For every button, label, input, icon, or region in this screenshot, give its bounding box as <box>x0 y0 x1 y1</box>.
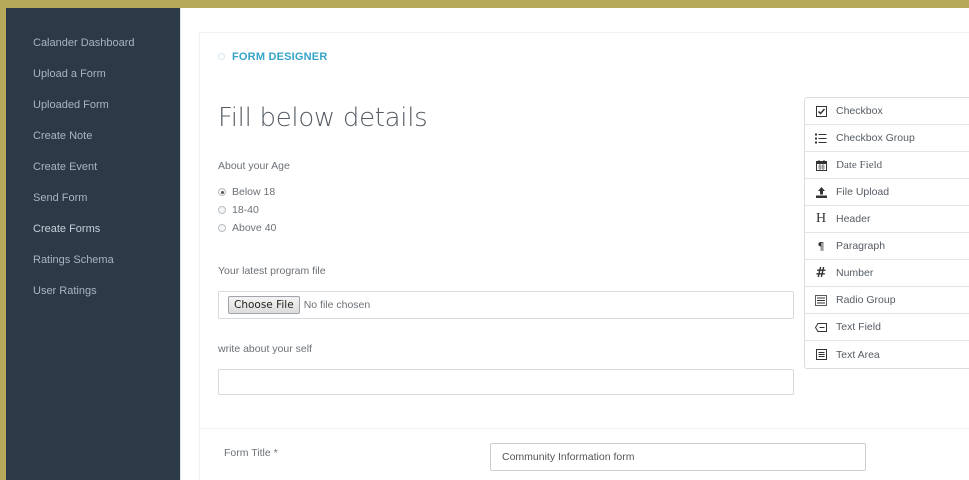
tool-label: Header <box>836 213 871 225</box>
about-self-label: write about your self <box>218 343 312 355</box>
text-field-icon <box>815 321 827 333</box>
main-content: FORM DESIGNER Fill below details About y… <box>180 8 969 480</box>
tool-text-field[interactable]: Text Field <box>805 314 969 341</box>
radio-icon[interactable] <box>218 224 226 232</box>
number-icon: # <box>815 265 827 281</box>
form-designer-panel: FORM DESIGNER Fill below details About y… <box>199 32 969 480</box>
tool-label: Checkbox Group <box>836 132 915 144</box>
age-option-18-40[interactable]: 18-40 <box>218 204 259 216</box>
tool-date-field[interactable]: Date Field <box>805 152 969 179</box>
sidebar-item-create-note[interactable]: Create Note <box>6 121 180 152</box>
sidebar: Calander Dashboard Upload a Form Uploade… <box>6 8 180 480</box>
form-title-input[interactable]: Community Information form <box>490 443 866 471</box>
sidebar-item-upload-a-form[interactable]: Upload a Form <box>6 59 180 90</box>
radio-group-icon <box>815 294 827 306</box>
tool-checkbox-group[interactable]: Checkbox Group <box>805 125 969 152</box>
radio-icon[interactable] <box>218 206 226 214</box>
tool-label: Checkbox <box>836 105 883 117</box>
tool-radio-group[interactable]: Radio Group <box>805 287 969 314</box>
tool-header[interactable]: H Header <box>805 206 969 233</box>
sidebar-item-calander-dashboard[interactable]: Calander Dashboard <box>6 28 180 59</box>
paragraph-icon: ¶ <box>817 239 825 253</box>
breadcrumb-dot-icon <box>218 53 225 60</box>
tool-text-area[interactable]: Text Area <box>805 341 969 368</box>
breadcrumb: FORM DESIGNER <box>218 51 328 63</box>
form-title-label: Form Title * <box>224 447 278 459</box>
calendar-icon <box>815 159 827 171</box>
tool-paragraph[interactable]: ¶ Paragraph <box>805 233 969 260</box>
tool-label: Text Area <box>836 348 880 361</box>
age-option-label: 18-40 <box>232 204 259 216</box>
age-option-label: Above 40 <box>232 222 277 234</box>
age-option-label: Below 18 <box>232 186 276 198</box>
radio-checked-icon[interactable] <box>218 188 226 196</box>
about-self-textarea[interactable] <box>218 369 794 395</box>
sidebar-item-send-form[interactable]: Send Form <box>6 183 180 214</box>
tool-label: Text Field <box>836 321 881 333</box>
sidebar-item-user-ratings[interactable]: User Ratings <box>6 276 180 307</box>
sidebar-item-create-forms[interactable]: Create Forms <box>6 214 180 245</box>
choose-file-button[interactable]: Choose File <box>228 296 300 314</box>
age-option-below-18[interactable]: Below 18 <box>218 186 275 198</box>
tool-checkbox[interactable]: Checkbox <box>805 98 969 125</box>
sidebar-item-uploaded-form[interactable]: Uploaded Form <box>6 90 180 121</box>
program-file-label: Your latest program file <box>218 265 326 277</box>
tool-file-upload[interactable]: File Upload <box>805 179 969 206</box>
age-option-above-40[interactable]: Above 40 <box>218 222 276 234</box>
program-file-input[interactable]: Choose File No file chosen <box>218 291 794 319</box>
header-icon: H <box>815 211 827 226</box>
checkbox-group-icon <box>815 132 827 144</box>
tool-number[interactable]: # Number <box>805 260 969 287</box>
field-toolbox: Checkbox Checkbox Group Date Field File … <box>804 97 969 369</box>
tool-label: Radio Group <box>836 294 896 306</box>
age-question-label: About your Age <box>218 160 290 172</box>
section-divider <box>200 428 969 429</box>
breadcrumb-label: FORM DESIGNER <box>232 51 328 63</box>
tool-label: File Upload <box>836 186 890 198</box>
tool-label: Number <box>836 267 874 279</box>
tool-label: Date Field <box>836 159 883 171</box>
sidebar-item-ratings-schema[interactable]: Ratings Schema <box>6 245 180 276</box>
file-status-text: No file chosen <box>303 299 371 311</box>
text-area-icon <box>815 349 827 361</box>
sidebar-item-create-event[interactable]: Create Event <box>6 152 180 183</box>
checkbox-icon <box>815 105 827 117</box>
tool-label: Paragraph <box>836 240 886 252</box>
upload-icon <box>815 186 827 198</box>
page-title: Fill below details <box>218 103 428 133</box>
app-window: Calander Dashboard Upload a Form Uploade… <box>6 8 969 480</box>
